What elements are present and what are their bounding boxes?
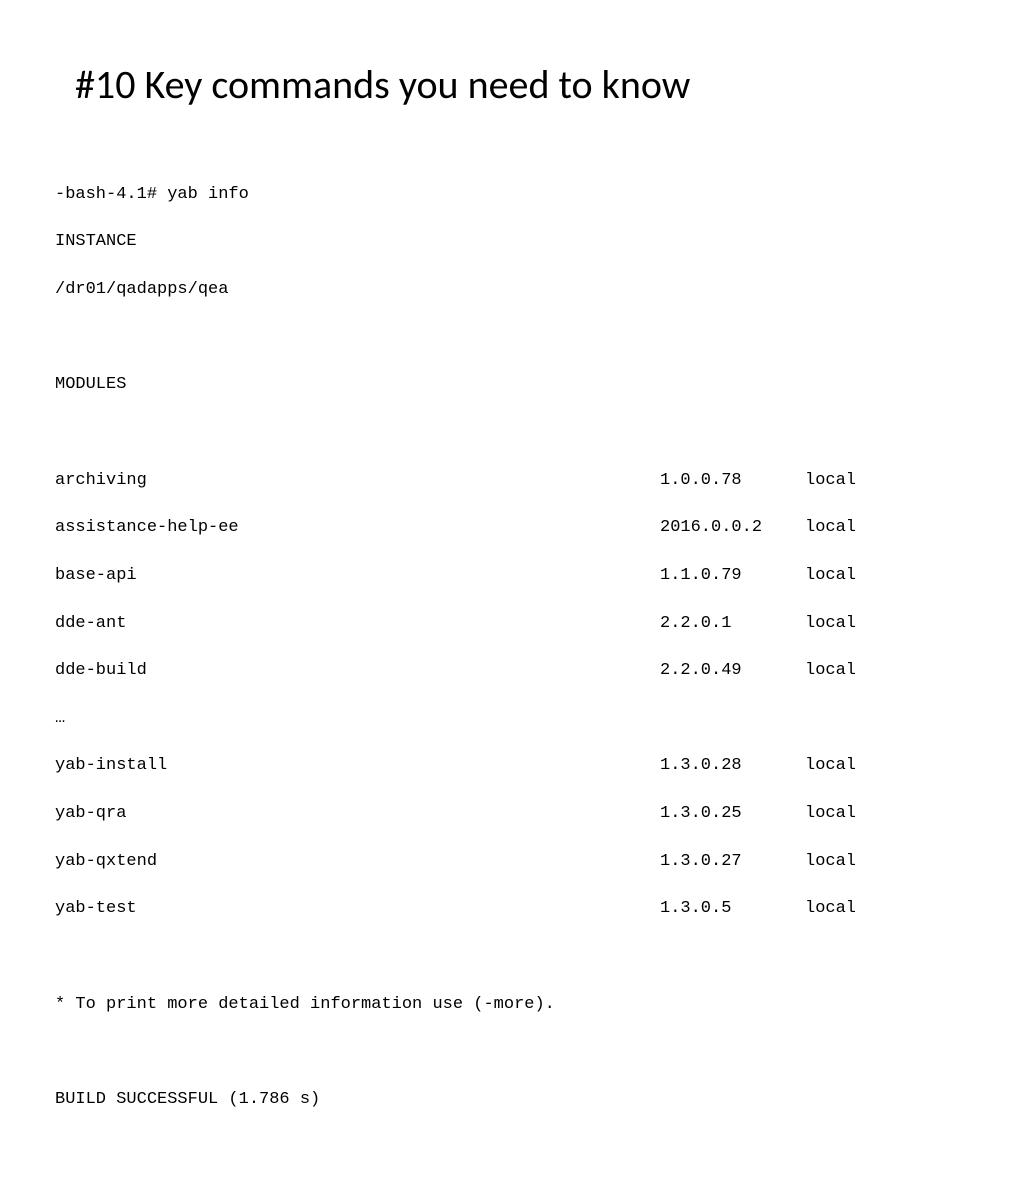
- module-row: dde-ant2.2.0.1local: [55, 612, 954, 636]
- module-source: local: [805, 897, 856, 921]
- module-source: local: [805, 612, 856, 636]
- instance-label: INSTANCE: [55, 230, 954, 254]
- module-row: dde-build2.2.0.49local: [55, 659, 954, 683]
- module-name: dde-ant: [55, 612, 660, 636]
- module-source: local: [805, 659, 856, 683]
- module-name: base-api: [55, 564, 660, 588]
- module-version: 2016.0.0.2: [660, 516, 805, 540]
- module-version: 1.1.0.79: [660, 564, 805, 588]
- module-name: yab-qxtend: [55, 850, 660, 874]
- module-name: assistance-help-ee: [55, 516, 660, 540]
- module-source: local: [805, 469, 856, 493]
- module-name: yab-test: [55, 897, 660, 921]
- module-name: yab-qra: [55, 802, 660, 826]
- module-source: local: [805, 754, 856, 778]
- module-version: 2.2.0.49: [660, 659, 805, 683]
- module-source: local: [805, 802, 856, 826]
- module-row: archiving1.0.0.78local: [55, 469, 954, 493]
- modules-label: MODULES: [55, 373, 954, 397]
- module-source: local: [805, 564, 856, 588]
- module-source: local: [805, 516, 856, 540]
- module-row: yab-install1.3.0.28local: [55, 754, 954, 778]
- shell-prompt: -bash-4.1# yab info: [55, 183, 954, 207]
- module-version: 2.2.0.1: [660, 612, 805, 636]
- module-version: 1.3.0.27: [660, 850, 805, 874]
- module-row: yab-qxtend1.3.0.27local: [55, 850, 954, 874]
- note-text: * To print more detailed information use…: [55, 993, 954, 1017]
- module-version: 1.0.0.78: [660, 469, 805, 493]
- terminal-output: -bash-4.1# yab info INSTANCE /dr01/qadap…: [55, 159, 954, 1159]
- instance-path: /dr01/qadapps/qea: [55, 278, 954, 302]
- module-row: yab-qra1.3.0.25local: [55, 802, 954, 826]
- module-version: 1.3.0.25: [660, 802, 805, 826]
- module-name: archiving: [55, 469, 660, 493]
- module-version: 1.3.0.28: [660, 754, 805, 778]
- module-row: assistance-help-ee2016.0.0.2local: [55, 516, 954, 540]
- module-name: yab-install: [55, 754, 660, 778]
- module-row: yab-test1.3.0.5local: [55, 897, 954, 921]
- module-version: 1.3.0.5: [660, 897, 805, 921]
- module-name: dde-build: [55, 659, 660, 683]
- build-status: BUILD SUCCESSFUL (1.786 s): [55, 1088, 954, 1112]
- slide-title: #10 Key commands you need to know: [75, 60, 954, 109]
- ellipsis: …: [55, 707, 954, 731]
- module-row: base-api1.1.0.79local: [55, 564, 954, 588]
- module-source: local: [805, 850, 856, 874]
